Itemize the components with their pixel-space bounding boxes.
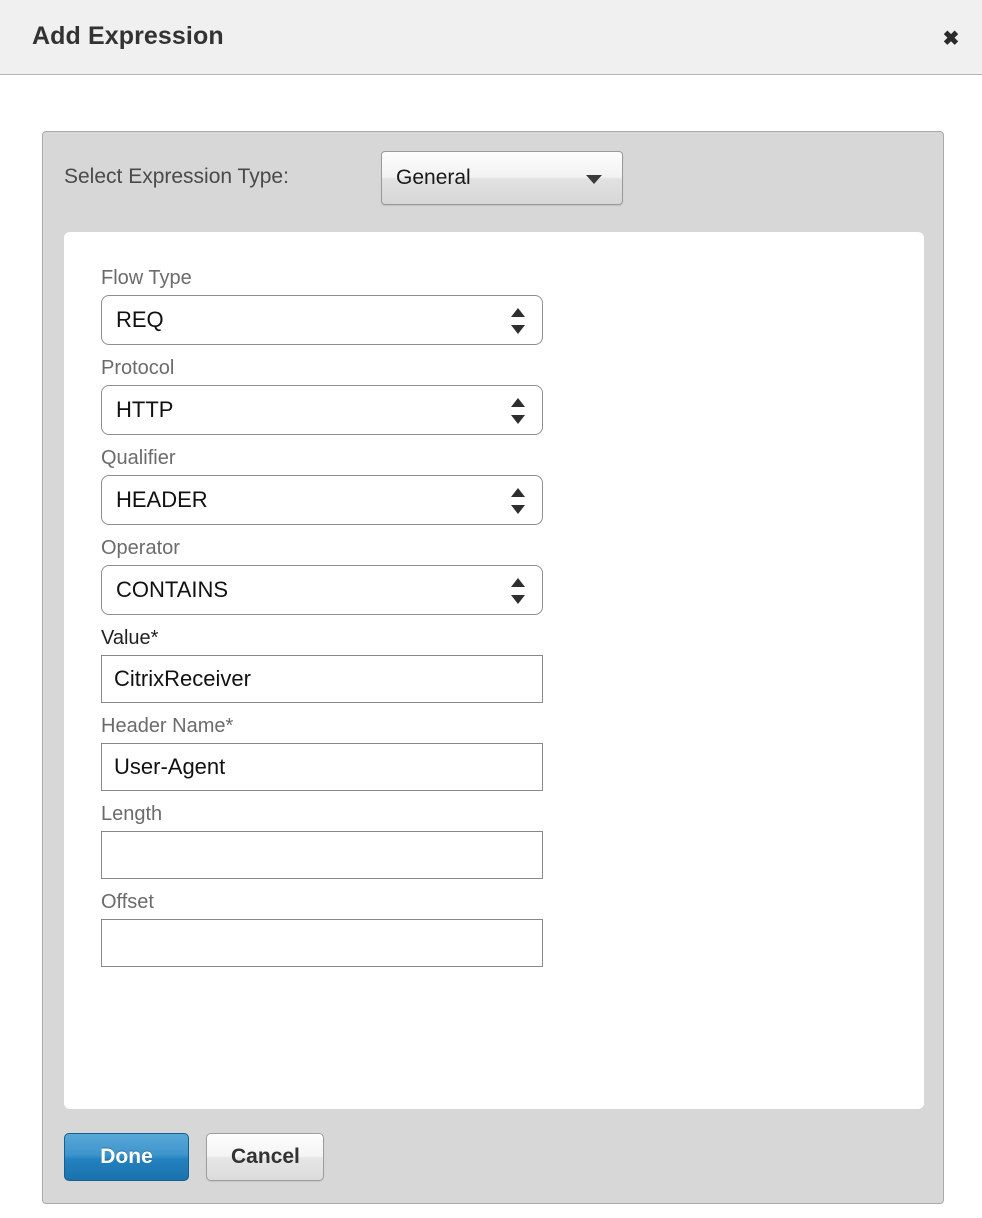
flow-type-value: REQ: [116, 307, 164, 332]
operator-select[interactable]: CONTAINS: [101, 565, 543, 615]
cancel-button[interactable]: Cancel: [206, 1133, 325, 1181]
field-length: Length: [101, 802, 543, 879]
stepper-arrows-icon: [511, 397, 525, 425]
expression-type-value: General: [396, 166, 471, 189]
field-label-operator: Operator: [101, 537, 180, 559]
stepper-arrows-icon: [511, 487, 525, 515]
length-input[interactable]: [101, 831, 543, 879]
field-label-value: Value*: [101, 627, 159, 649]
protocol-select[interactable]: HTTP: [101, 385, 543, 435]
operator-value: CONTAINS: [116, 577, 229, 602]
field-value: Value*: [101, 626, 543, 703]
field-label-offset: Offset: [101, 891, 154, 913]
expression-type-label: Select Expression Type:: [64, 165, 289, 188]
page-title: Add Expression: [32, 22, 224, 50]
offset-input[interactable]: [101, 919, 543, 967]
header-name-input[interactable]: [101, 743, 543, 791]
chevron-down-icon: [586, 175, 602, 184]
fields-list: Flow Type REQ Protocol HTTP Qualifier HE…: [101, 266, 543, 978]
qualifier-select[interactable]: HEADER: [101, 475, 543, 525]
expression-panel: Select Expression Type: General Flow Typ…: [42, 131, 944, 1204]
qualifier-value: HEADER: [116, 487, 208, 512]
expression-type-dropdown[interactable]: General: [381, 151, 623, 205]
fields-card: Flow Type REQ Protocol HTTP Qualifier HE…: [64, 232, 924, 1109]
field-label-protocol: Protocol: [101, 357, 175, 379]
stepper-arrows-icon: [511, 577, 525, 605]
field-label-header-name: Header Name*: [101, 715, 234, 737]
dialog-body: Select Expression Type: General Flow Typ…: [0, 75, 982, 1218]
expression-type-row: Select Expression Type: General: [43, 132, 943, 232]
field-offset: Offset: [101, 890, 543, 967]
field-label-flow-type: Flow Type: [101, 267, 192, 289]
field-protocol: Protocol HTTP: [101, 356, 543, 435]
flow-type-select[interactable]: REQ: [101, 295, 543, 345]
field-operator: Operator CONTAINS: [101, 536, 543, 615]
protocol-value: HTTP: [116, 397, 174, 422]
done-button[interactable]: Done: [64, 1133, 189, 1181]
field-label-qualifier: Qualifier: [101, 447, 176, 469]
field-header-name: Header Name*: [101, 714, 543, 791]
dialog-header: Add Expression ✖: [0, 0, 982, 75]
close-icon[interactable]: ✖: [934, 24, 968, 54]
stepper-arrows-icon: [511, 307, 525, 335]
value-input[interactable]: [101, 655, 543, 703]
field-label-length: Length: [101, 803, 163, 825]
dialog-footer: Done Cancel: [64, 1133, 325, 1183]
field-flow-type: Flow Type REQ: [101, 266, 543, 345]
field-qualifier: Qualifier HEADER: [101, 446, 543, 525]
